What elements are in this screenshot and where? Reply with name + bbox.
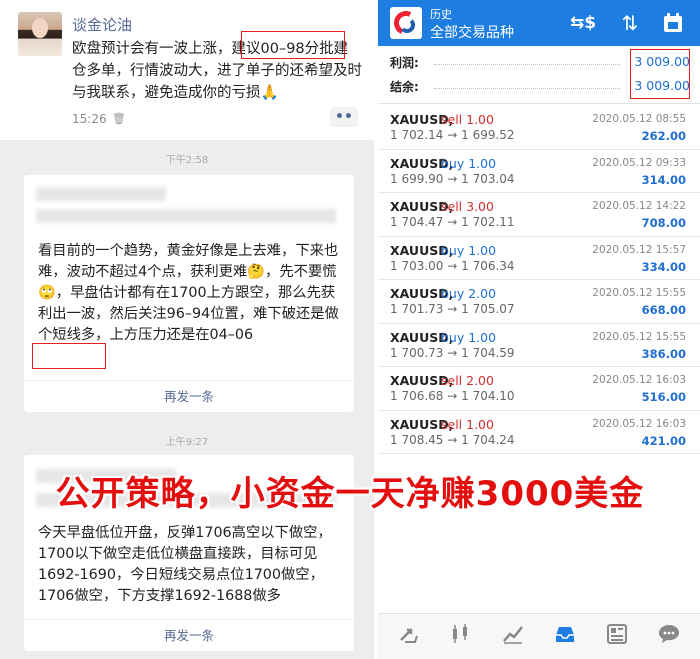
header-title[interactable]: 全部交易品种 [430,22,514,42]
trade-side: buy 1.00 [441,329,497,345]
trade-profit: 386.00 [641,346,686,361]
history-inbox-icon[interactable] [550,622,580,652]
app-header: 历史 全部交易品种 ⇆$ ⇅ [378,0,700,46]
trade-row[interactable]: XAUUSD, buy 1.00 1 699.90 → 1 703.04 202… [378,150,700,193]
header-subtitle: 历史 [430,8,452,21]
trade-prices: 1 706.68 → 1 704.10 [390,389,515,403]
trade-date: 2020.05.12 15:55 [592,330,686,343]
trade-row[interactable]: XAUUSD, buy 2.00 1 701.73 → 1 705.07 202… [378,280,700,324]
timestamp: 上午9:27 [165,437,209,448]
trade-date: 2020.05.12 16:03 [592,374,686,386]
profit-label: 利润: [390,56,419,70]
resend-button[interactable]: 再发一条 [24,619,354,651]
chart-candles-icon[interactable] [446,622,476,652]
more-button[interactable]: •• [330,107,358,127]
trade-row[interactable]: XAUUSD, sell 1.00 1 708.45 → 1 704.24 20… [378,411,700,454]
trade-date: 2020.05.12 16:03 [592,417,686,430]
trade-row[interactable]: XAUUSD, sell 3.00 1 704.47 → 1 702.11 20… [378,193,700,237]
trade-profit: 708.00 [641,216,686,230]
trade-side: sell 3.00 [441,199,494,214]
highlight-box [630,49,690,99]
promo-headline: 公开策略，小资金一天净赚3000美金 [55,474,645,514]
trade-row[interactable]: XAUUSD, buy 1.00 1 703.00 → 1 706.34 202… [378,237,700,280]
chat-icon[interactable] [654,622,684,652]
chart-line-icon[interactable] [498,622,528,652]
trade-prices: 1 700.73 → 1 704.59 [390,345,515,360]
trade-profit: 516.00 [641,390,686,404]
trade-side: sell 1.00 [441,112,494,127]
message-card: 看目前的一个趋势，黄金好像是上去难，下来也难，波动不超过4个点，获利更难🤔，先不… [24,175,354,412]
trade-profit: 668.00 [641,303,686,317]
blurred-content [36,187,166,201]
trade-date: 2020.05.12 15:57 [592,243,686,256]
trade-icon[interactable] [394,622,424,652]
trade-date: 2020.05.12 14:22 [592,200,686,212]
trade-prices: 1 703.00 → 1 706.34 [390,258,515,273]
trade-row[interactable]: XAUUSD, buy 1.00 1 700.73 → 1 704.59 202… [378,324,700,367]
trade-profit: 314.00 [641,172,686,187]
chat-panel: 谈金论油 欧盘预计会有一波上涨，建议00–98分批建仓多单，行情波动大，进了单子… [0,0,374,659]
trade-prices: 1 704.47 → 1 702.11 [390,215,515,229]
sort-icon[interactable]: ⇅ [616,10,644,36]
trade-date: 2020.05.12 08:55 [592,113,686,125]
trade-prices: 1 701.73 → 1 705.07 [390,302,515,316]
timestamp: 下午2:58 [165,155,209,166]
bottom-nav [378,613,700,659]
trade-side: sell 2.00 [441,373,494,388]
trade-date: 2020.05.12 09:33 [592,156,686,169]
moments-post: 谈金论油 欧盘预计会有一波上涨，建议00–98分批建仓多单，行情波动大，进了单子… [0,0,374,140]
trade-side: buy 1.00 [441,155,497,171]
highlight-box [241,31,345,59]
trade-prices: 1 699.90 → 1 703.04 [390,171,515,186]
trade-prices: 1 702.14 → 1 699.52 [390,128,515,142]
trading-app: 历史 全部交易品种 ⇆$ ⇅ 利润: 3 009.00 结余: 3 009.00… [378,0,700,659]
message-text: 看目前的一个趋势，黄金好像是上去难，下来也难，波动不超过4个点，获利更难🤔，先不… [38,243,339,343]
message-text: 今天早盘低位开盘，反弹1706高空以下做空，1700以下做空走低位横盘直接跌，目… [38,525,332,604]
trade-history-list: XAUUSD, sell 1.00 1 702.14 → 1 699.52 20… [378,106,700,454]
avatar[interactable] [18,12,62,56]
trash-icon[interactable]: 🗑 [112,112,126,125]
trade-profit: 262.00 [641,129,686,143]
balance-label: 结余: [390,80,419,94]
blurred-content [36,209,336,223]
calendar-icon[interactable] [660,10,686,36]
post-author[interactable]: 谈金论油 [72,14,132,35]
trade-profit: 421.00 [641,433,686,448]
news-icon[interactable] [602,622,632,652]
trade-prices: 1 708.45 → 1 704.24 [390,432,515,447]
currency-exchange-icon[interactable]: ⇆$ [569,10,597,36]
trade-date: 2020.05.12 15:55 [592,287,686,299]
trade-row[interactable]: XAUUSD, sell 2.00 1 706.68 → 1 704.10 20… [378,367,700,411]
trade-profit: 334.00 [641,259,686,274]
post-time: 15:26 [72,112,107,126]
resend-button[interactable]: 再发一条 [24,380,354,412]
trade-row[interactable]: XAUUSD, sell 1.00 1 702.14 → 1 699.52 20… [378,106,700,150]
app-logo-icon[interactable] [390,7,422,39]
trade-side: sell 1.00 [441,416,494,432]
trade-side: buy 2.00 [441,286,497,301]
highlight-box [32,343,106,369]
trade-side: buy 1.00 [441,242,497,258]
